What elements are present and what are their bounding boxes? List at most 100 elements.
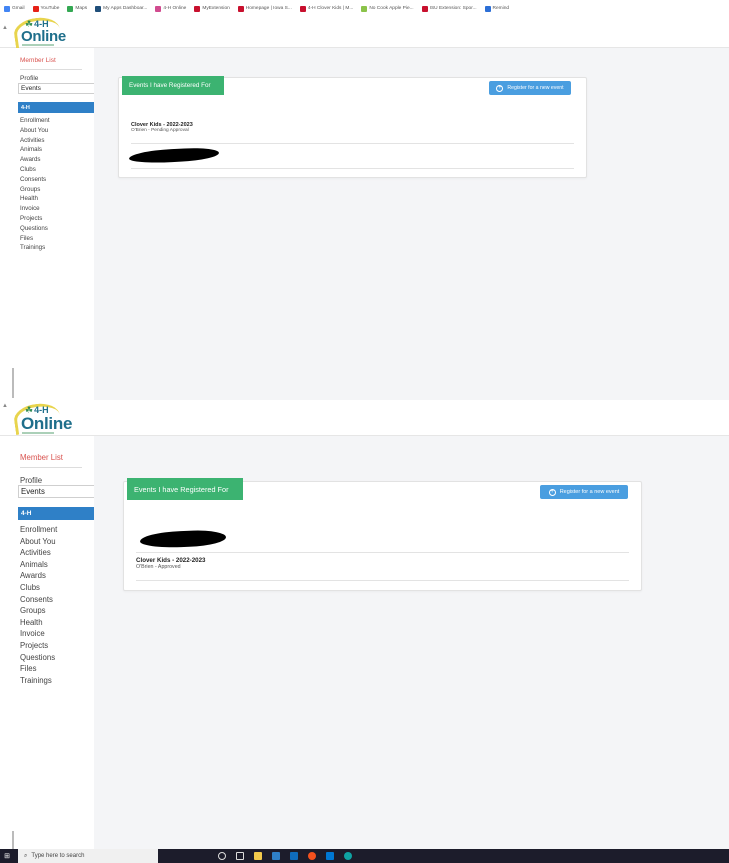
bookmark-item[interactable]: Remind <box>484 5 509 12</box>
bookmark-favicon-icon <box>32 5 39 12</box>
collapse-icon[interactable]: ▲ <box>2 403 8 409</box>
sidebar-item-trainings[interactable]: Trainings <box>20 675 57 687</box>
bookmark-item[interactable]: No Cook Apple Pie... <box>361 5 414 12</box>
file-explorer-icon[interactable] <box>254 852 262 860</box>
sidebar-item-groups[interactable]: Groups <box>20 185 50 195</box>
sidebar-item-profile[interactable]: Profile <box>20 476 42 485</box>
bookmark-item[interactable]: Homepage | Iowa S... <box>237 5 292 12</box>
sidebar-item-activities[interactable]: Activities <box>20 136 50 146</box>
register-button-label: Register for a new event <box>559 489 620 495</box>
sidebar-item-files[interactable]: Files <box>20 663 57 675</box>
store-icon[interactable] <box>272 852 280 860</box>
main-content: Events I have Registered For + Register … <box>94 436 729 849</box>
bookmark-item[interactable]: MyExtension <box>194 5 230 12</box>
events-card-title: Events I have Registered For <box>122 76 224 95</box>
bookmark-item[interactable]: 4-H Clover Kids | M... <box>299 5 354 12</box>
bookmark-favicon-icon <box>237 5 244 12</box>
logo[interactable]: ☘ 4-H Online <box>12 14 66 50</box>
bookmark-favicon-icon <box>484 5 491 12</box>
sidebar-item-trainings[interactable]: Trainings <box>20 243 50 253</box>
event-row-redacted[interactable] <box>136 526 629 553</box>
sidebar-item-projects[interactable]: Projects <box>20 214 50 224</box>
bookmark-favicon-icon <box>194 5 201 12</box>
sidebar-item-groups[interactable]: Groups <box>20 605 57 617</box>
sidebar-item-consents[interactable]: Consents <box>20 594 57 606</box>
bookmark-favicon-icon <box>361 5 368 12</box>
sidebar-item-health[interactable]: Health <box>20 617 57 629</box>
windows-start-button[interactable]: ⊞ <box>0 849 14 863</box>
sidebar-section-4h[interactable]: 4-H <box>18 102 94 113</box>
bookmark-label: My Apps Dashboar... <box>103 6 148 11</box>
taskbar-apps <box>218 852 352 860</box>
app-panel-after: ▲ ☘ 4-H Online Member List Profile Event… <box>0 400 729 863</box>
logo[interactable]: ☘ 4-H Online <box>12 400 72 436</box>
taskbar: ⊞ ⌕ Type here to search <box>0 849 729 863</box>
plus-circle-icon: + <box>496 84 504 92</box>
edge-icon[interactable] <box>344 852 352 860</box>
sidebar-item-questions[interactable]: Questions <box>20 652 57 664</box>
sidebar-item-clubs[interactable]: Clubs <box>20 165 50 175</box>
bookmark-label: 4-H Online <box>163 6 187 11</box>
bookmark-label: No Cook Apple Pie... <box>369 6 414 11</box>
bookmark-item[interactable]: Maps <box>67 5 87 12</box>
sidebar-item-animals[interactable]: Animals <box>20 559 57 571</box>
sidebar-item-invoice[interactable]: Invoice <box>20 204 50 214</box>
sidebar-item-activities[interactable]: Activities <box>20 547 57 559</box>
app-header: ▲ ☘ 4-H Online <box>0 14 729 50</box>
bookmark-item[interactable]: My Apps Dashboar... <box>95 5 148 12</box>
outlook-icon[interactable] <box>290 852 298 860</box>
bookmark-item[interactable]: ISU Extension: Spor... <box>421 5 477 12</box>
member-list-link[interactable]: Member List <box>20 57 56 64</box>
bookmark-label: 4-H Clover Kids | M... <box>307 6 354 11</box>
bookmark-label: MyExtension <box>202 6 230 11</box>
event-row[interactable]: Clover Kids - 2022-2023 O'Brien - Approv… <box>136 557 629 581</box>
mail-icon[interactable] <box>326 852 334 860</box>
task-view-icon[interactable] <box>236 852 244 860</box>
sidebar-item-awards[interactable]: Awards <box>20 570 57 582</box>
collapse-icon[interactable]: ▲ <box>2 25 8 31</box>
sidebar-item-invoice[interactable]: Invoice <box>20 628 57 640</box>
taskbar-search-placeholder: Type here to search <box>31 853 85 859</box>
sidebar-item-about-you[interactable]: About You <box>20 536 57 548</box>
bookmark-item[interactable]: YouTube <box>32 5 60 12</box>
main-content: Events I have Registered For + Register … <box>94 48 729 400</box>
sidebar-item-files[interactable]: Files <box>20 234 50 244</box>
sidebar-item-projects[interactable]: Projects <box>20 640 57 652</box>
sidebar-item-clubs[interactable]: Clubs <box>20 582 57 594</box>
app-header: ▲ ☘ 4-H Online <box>0 400 729 436</box>
sidebar-item-enrollment[interactable]: Enrollment <box>20 116 50 126</box>
sidebar-item-health[interactable]: Health <box>20 194 50 204</box>
sidebar: Member List Profile Events 4-H Enrollmen… <box>0 436 117 863</box>
sidebar-item-consents[interactable]: Consents <box>20 175 50 185</box>
event-row[interactable]: Clover Kids - 2022-2023 O'Brien - Pendin… <box>131 122 574 144</box>
scrollbar[interactable] <box>12 368 14 398</box>
bookmark-item[interactable]: 4-H Online <box>155 5 187 12</box>
bookmark-favicon-icon <box>4 5 10 12</box>
sidebar-item-questions[interactable]: Questions <box>20 224 50 234</box>
plus-circle-icon: + <box>548 488 556 496</box>
sidebar-section-4h[interactable]: 4-H <box>18 507 94 520</box>
event-row-redacted[interactable] <box>128 144 574 169</box>
bookmark-item[interactable]: Gmail <box>4 5 25 12</box>
bookmark-favicon-icon <box>67 5 74 12</box>
sidebar-item-enrollment[interactable]: Enrollment <box>20 524 57 536</box>
bookmark-label: YouTube <box>40 6 60 11</box>
sidebar-item-animals[interactable]: Animals <box>20 145 50 155</box>
sidebar-item-awards[interactable]: Awards <box>20 155 50 165</box>
member-list-link[interactable]: Member List <box>20 453 63 462</box>
bookmark-favicon-icon <box>95 5 102 12</box>
sidebar-item-about-you[interactable]: About You <box>20 126 50 136</box>
cortana-icon[interactable] <box>218 852 226 860</box>
register-new-event-button[interactable]: + Register for a new event <box>540 485 628 499</box>
bookmark-label: ISU Extension: Spor... <box>429 6 477 11</box>
bookmarks-bar: Gmail YouTube Maps My Apps Dashboar... 4-H O… <box>0 0 729 17</box>
register-new-event-button[interactable]: + Register for a new event <box>489 81 571 95</box>
register-button-label: Register for a new event <box>507 85 564 91</box>
sidebar-item-profile[interactable]: Profile <box>20 75 38 82</box>
taskbar-search-box[interactable]: ⌕ Type here to search <box>18 849 158 863</box>
logo-text-online: Online <box>21 28 66 45</box>
chrome-icon[interactable] <box>308 852 316 860</box>
bookmark-label: Homepage | Iowa S... <box>245 6 292 11</box>
events-card: Events I have Registered For + Register … <box>123 478 642 591</box>
event-status: O'Brien - Approved <box>136 564 181 570</box>
